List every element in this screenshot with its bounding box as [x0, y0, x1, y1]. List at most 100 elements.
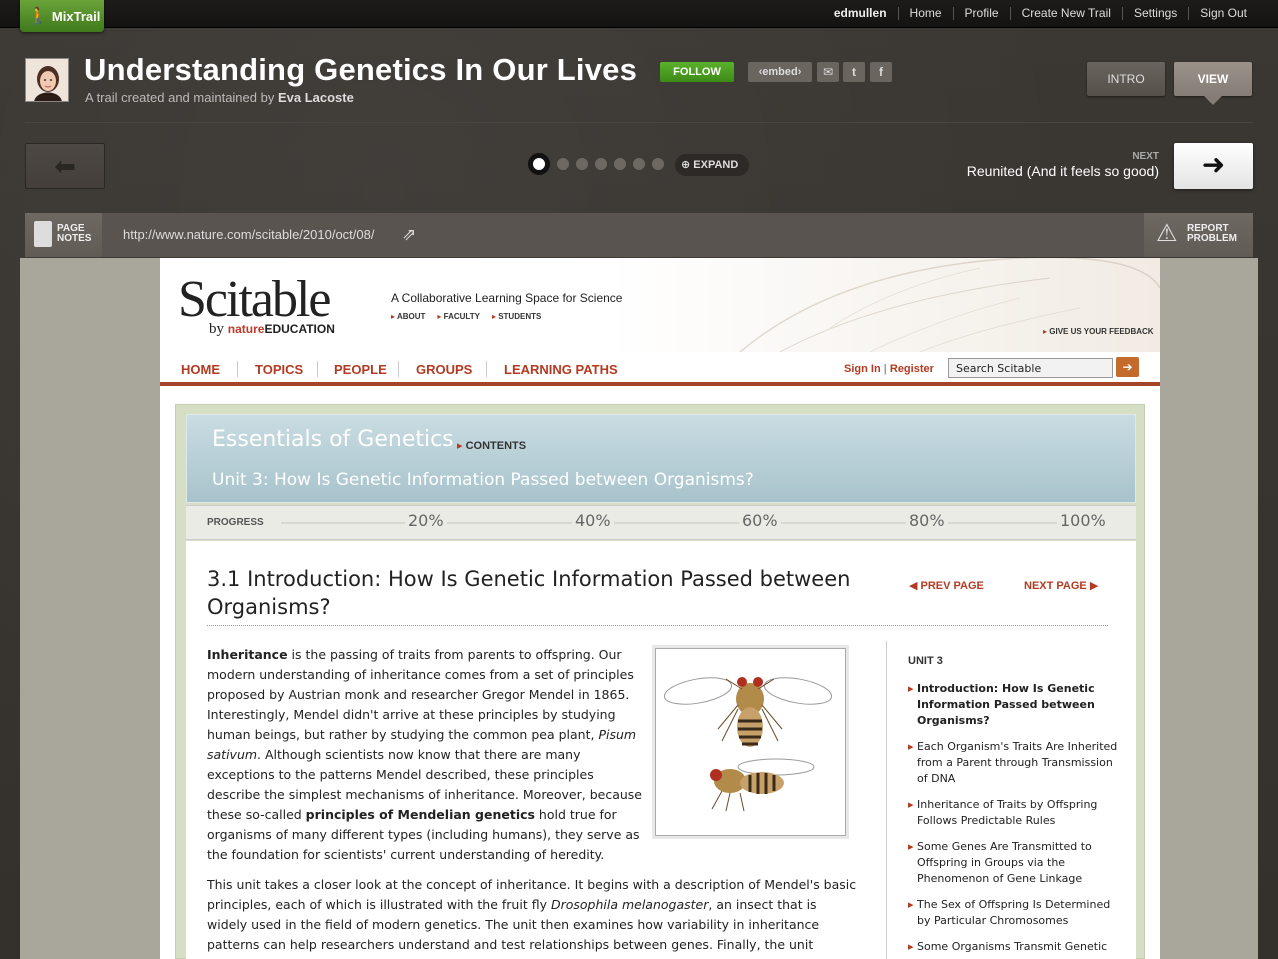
expand-button[interactable]: ⊕ EXPAND — [675, 154, 749, 176]
step-dot[interactable] — [595, 158, 607, 170]
arrow-right-icon: ➔ — [1122, 360, 1133, 374]
hiker-icon: 🚶 — [28, 8, 48, 25]
next-page-link[interactable]: NEXT PAGE — [1024, 579, 1098, 592]
sidebar-heading: UNIT 3 — [908, 655, 943, 667]
nav-separator — [317, 361, 318, 377]
search-button[interactable]: ➔ — [1116, 357, 1139, 377]
nav-separator — [237, 361, 238, 377]
title-divider — [207, 625, 1108, 626]
auth-links: Sign In | Register — [844, 363, 934, 375]
term-mendelian-genetics[interactable]: principles of Mendelian genetics — [306, 807, 535, 822]
external-link-icon[interactable]: ⇗ — [402, 225, 416, 245]
feedback-link[interactable]: GIVE US YOUR FEEDBACK — [1043, 327, 1153, 336]
trail-title: Understanding Genetics In Our Lives — [84, 52, 638, 87]
prev-page-link[interactable]: PREV PAGE — [909, 579, 984, 592]
unit-banner: Essentials of Genetics CONTENTS Unit 3: … — [186, 414, 1136, 503]
step-indicator — [528, 153, 664, 175]
progress-bar: PROGRESS 20% 40% 60% 80% 100% — [186, 505, 1136, 540]
nav-sign-out[interactable]: Sign Out — [1188, 7, 1258, 20]
embedded-page: Scitable by natureEDUCATION A Collaborat… — [160, 258, 1160, 959]
view-button[interactable]: VIEW — [1174, 62, 1252, 96]
fruit-fly-image[interactable] — [655, 648, 846, 836]
nav-topics-link[interactable]: TOPICS — [255, 362, 303, 377]
step-dot[interactable] — [614, 158, 626, 170]
nav-home-link[interactable]: HOME — [181, 362, 220, 377]
scitable-header: Scitable by natureEDUCATION A Collaborat… — [160, 258, 1160, 352]
by-text: by — [209, 321, 224, 337]
nav-separator — [486, 361, 487, 377]
unit-pages-list: Introduction: How Is Genetic Information… — [908, 681, 1118, 959]
follow-button[interactable]: FOLLOW — [660, 62, 734, 82]
register-link[interactable]: Register — [890, 363, 934, 375]
article-paragraph-2: This unit takes a closer look at the con… — [207, 875, 857, 955]
next-step-button[interactable]: ➜ — [1174, 143, 1253, 189]
arrow-left-icon: ⬅ — [54, 151, 76, 181]
page-url[interactable]: http://www.nature.com/scitable/2010/oct/… — [123, 227, 374, 242]
nav-settings[interactable]: Settings — [1121, 7, 1188, 20]
scitable-nav: HOME TOPICS PEOPLE GROUPS LEARNING PATHS… — [160, 352, 1160, 386]
notepad-icon — [34, 221, 52, 247]
trail-subtitle: A trail created and maintained by Eva La… — [85, 90, 354, 105]
sidebar-item-current[interactable]: Introduction: How Is Genetic Information… — [908, 681, 1118, 729]
twitter-icon[interactable]: t — [843, 62, 865, 82]
mail-icon[interactable]: ✉ — [817, 62, 839, 82]
author-avatar[interactable] — [25, 58, 69, 102]
contents-link[interactable]: CONTENTS — [457, 439, 527, 452]
trail-author-link[interactable]: Eva Lacoste — [278, 90, 354, 105]
nav-groups-link[interactable]: GROUPS — [416, 362, 472, 377]
step-dot[interactable] — [576, 158, 588, 170]
progress-label: PROGRESS — [207, 517, 264, 528]
expand-label: EXPAND — [693, 159, 739, 171]
facebook-icon[interactable]: f — [870, 62, 892, 82]
step-dot[interactable] — [633, 158, 645, 170]
nav-people-link[interactable]: PEOPLE — [334, 362, 387, 377]
divider — [25, 122, 1253, 123]
nav-username[interactable]: edmullen — [823, 7, 898, 20]
progress-track — [281, 522, 1091, 524]
nav-profile[interactable]: Profile — [952, 7, 1010, 20]
sidebar-item[interactable]: Inheritance of Traits by Offspring Follo… — [908, 797, 1118, 829]
species-name: Drosophila melanogaster — [550, 897, 709, 912]
intro-button[interactable]: INTRO — [1087, 62, 1165, 96]
sidebar-item[interactable]: Some Genes Are Transmitted to Offspring … — [908, 839, 1118, 887]
report-problem-button[interactable]: ⚠ REPORT PROBLEM — [1144, 213, 1253, 257]
sidebar-item[interactable]: The Sex of Offspring Is Determined by Pa… — [908, 897, 1118, 929]
education-text: EDUCATION — [264, 322, 335, 336]
nav-create-trail[interactable]: Create New Trail — [1009, 7, 1122, 20]
nature-text: nature — [227, 322, 265, 336]
progress-tick: 40% — [572, 511, 614, 530]
sidebar-item[interactable]: Some Organisms Transmit Genetic — [908, 939, 1118, 955]
sidebar-divider — [886, 641, 887, 959]
plus-circle-icon: ⊕ — [681, 159, 691, 171]
sign-in-link[interactable]: Sign In — [844, 363, 881, 375]
link-students[interactable]: STUDENTS — [492, 312, 541, 321]
page-notes-button[interactable]: PAGE NOTES — [25, 213, 102, 257]
active-mode-indicator — [1204, 96, 1222, 105]
nav-separator — [398, 361, 399, 377]
auth-separator: | — [883, 363, 887, 375]
arrow-right-icon: ➜ — [1201, 149, 1226, 180]
mixtrail-logo[interactable]: 🚶 MixTrail — [20, 0, 104, 32]
link-faculty[interactable]: FACULTY — [437, 312, 480, 321]
step-dot[interactable] — [557, 158, 569, 170]
nav-home[interactable]: Home — [897, 7, 953, 20]
previous-step-button[interactable]: ⬅ — [25, 143, 105, 189]
term-inheritance[interactable]: Inheritance — [207, 647, 288, 662]
course-title[interactable]: Essentials of Genetics — [212, 427, 454, 452]
leaf-decoration — [739, 258, 1160, 352]
report-label-2: PROBLEM — [1187, 233, 1237, 244]
link-about[interactable]: ABOUT — [391, 312, 425, 321]
embed-button[interactable]: ‹embed› — [748, 62, 812, 82]
progress-tick: 100% — [1057, 511, 1109, 530]
tagline: A Collaborative Learning Space for Scien… — [391, 291, 623, 305]
step-dot-current[interactable] — [528, 153, 550, 175]
article-title: 3.1 Introduction: How Is Genetic Informa… — [207, 567, 851, 619]
step-dot[interactable] — [652, 158, 664, 170]
search-input[interactable]: Search Scitable — [948, 358, 1113, 378]
sidebar-item[interactable]: Each Organism's Traits Are Inherited fro… — [908, 739, 1118, 787]
next-step-title[interactable]: Reunited (And it feels so good) — [967, 163, 1159, 179]
nature-education-logo: by natureEDUCATION — [209, 321, 335, 338]
progress-tick: 60% — [739, 511, 781, 530]
nav-learning-paths-link[interactable]: LEARNING PATHS — [504, 362, 618, 377]
unit-title: Unit 3: How Is Genetic Information Passe… — [212, 470, 754, 490]
